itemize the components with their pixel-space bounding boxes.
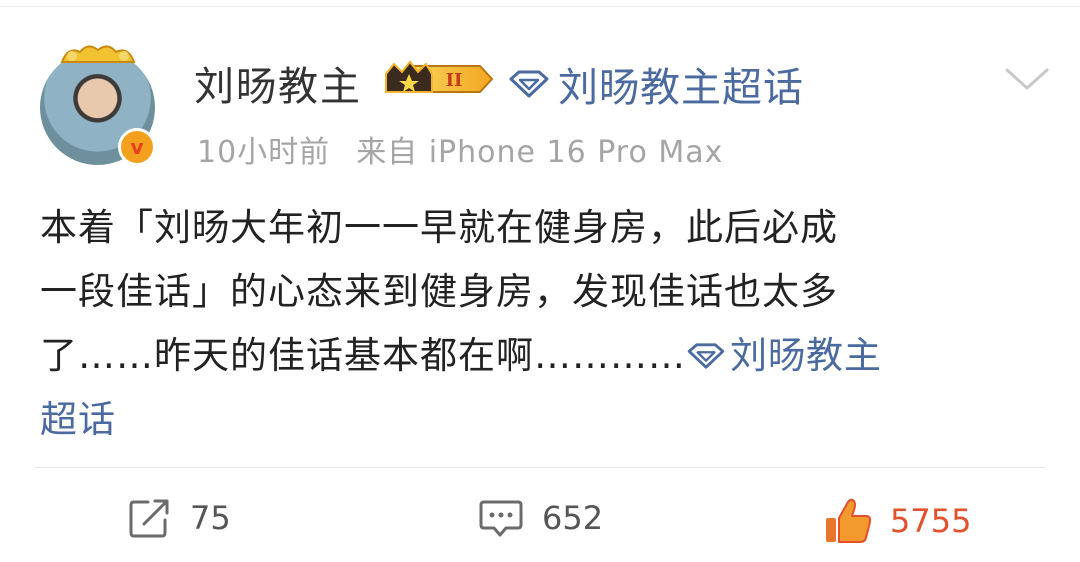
repost-icon — [129, 499, 169, 538]
inline-topic-link[interactable]: 刘旸教主 — [686, 334, 882, 377]
post-text-line-2: 一段佳话」的心态来到健身房，发现佳话也太多 — [40, 270, 838, 313]
comment-button[interactable]: 652 — [478, 498, 603, 538]
diamond-icon — [509, 70, 549, 98]
inline-topic-link-cont[interactable]: 超话 — [40, 388, 1040, 452]
repost-button[interactable]: 75 — [128, 498, 231, 538]
comment-icon — [479, 500, 523, 537]
diamond-icon — [687, 343, 725, 369]
post-body: 本着「刘旸大年初一一早就在健身房，此后必成 一段佳话」的心态来到健身房，发现佳话… — [40, 196, 1040, 452]
post-source: 来自 iPhone 16 Pro Max — [356, 135, 724, 170]
post-time: 10小时前 — [197, 135, 331, 170]
author-name[interactable]: 刘旸教主 — [194, 54, 362, 112]
verified-v-badge-icon: v — [118, 128, 156, 166]
weibo-post-card: v 刘旸教主 II 刘旸教主超话 10小时前 来自 iPhone 16 Pro M… — [0, 0, 1080, 562]
like-count: 5755 — [890, 502, 972, 540]
repost-count: 75 — [190, 499, 231, 537]
comment-count: 652 — [542, 499, 604, 537]
post-text-line-3: 了……昨天的佳话基本都在啊………… 刘旸教主 — [40, 324, 1040, 388]
thumbs-up-icon — [826, 498, 872, 543]
supertopic-link[interactable]: 刘旸教主超话 — [508, 55, 804, 113]
like-button[interactable]: 5755 — [824, 498, 971, 544]
top-divider — [0, 6, 1080, 7]
monkey-king-crown-icon — [60, 45, 136, 63]
supertopic-label: 刘旸教主超话 — [558, 65, 804, 111]
inline-topic-part-1: 刘旸教主 — [730, 334, 882, 377]
author-avatar[interactable]: v — [40, 42, 156, 166]
crown-badge-icon[interactable]: II — [382, 56, 498, 102]
post-meta: 10小时前 来自 iPhone 16 Pro Max — [197, 127, 723, 171]
fan-badge-level: II — [446, 70, 463, 91]
action-divider — [34, 467, 1046, 468]
post-text-line-1: 本着「刘旸大年初一一早就在健身房，此后必成 — [40, 206, 838, 249]
chevron-down-icon[interactable] — [1003, 64, 1051, 94]
post-text-line-3-text: 了……昨天的佳话基本都在啊………… — [40, 334, 686, 377]
